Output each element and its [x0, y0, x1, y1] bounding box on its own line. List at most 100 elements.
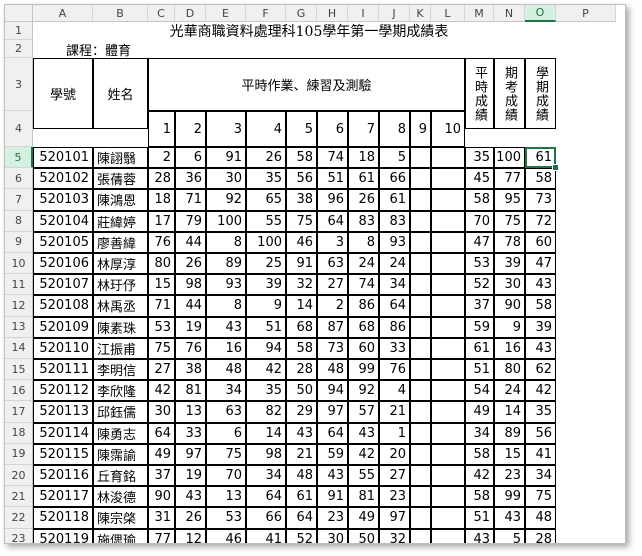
- cell-score-8[interactable]: 21: [379, 401, 410, 423]
- cell-exam-score[interactable]: 30: [494, 274, 525, 296]
- cell-score-3[interactable]: 46: [206, 528, 246, 543]
- cell-score-4[interactable]: 42: [246, 359, 286, 381]
- cell-score-2[interactable]: 44: [175, 231, 206, 253]
- cell-exam-score[interactable]: 9: [494, 316, 525, 338]
- cell-score-4[interactable]: 66: [246, 507, 286, 529]
- cell-score-8[interactable]: 61: [379, 189, 410, 211]
- cell-score-8[interactable]: 27: [379, 465, 410, 487]
- cell-student-id[interactable]: 520119: [33, 528, 93, 543]
- cell-score-4[interactable]: 82: [246, 401, 286, 423]
- cell-score-8[interactable]: 1: [379, 422, 410, 444]
- cell-score-7[interactable]: 18: [348, 147, 379, 169]
- cell-score-10[interactable]: [431, 337, 465, 359]
- cell-score-3[interactable]: 91: [206, 147, 246, 169]
- cell-usual-score[interactable]: 47: [465, 231, 494, 253]
- cell-semester-score[interactable]: 62: [525, 359, 556, 381]
- cell-score-2[interactable]: 79: [175, 210, 206, 232]
- cell-semester-score[interactable]: 73: [525, 189, 556, 211]
- cell-score-5[interactable]: 68: [286, 316, 317, 338]
- cell-student-id[interactable]: 520106: [33, 253, 93, 275]
- cell-student-id[interactable]: 520108: [33, 295, 93, 317]
- cell-score-5[interactable]: 38: [286, 189, 317, 211]
- column-header-e[interactable]: E: [206, 5, 246, 22]
- cell-score-8[interactable]: 34: [379, 274, 410, 296]
- cell-score-1[interactable]: 75: [148, 337, 175, 359]
- row-header-9[interactable]: 9: [5, 231, 33, 253]
- cell-semester-score[interactable]: 28: [525, 528, 556, 543]
- cell-score-1[interactable]: 90: [148, 486, 175, 508]
- cell-exam-score[interactable]: 23: [494, 465, 525, 487]
- cell-score-6[interactable]: 2: [317, 295, 348, 317]
- cell-student-name[interactable]: 林玗伃: [93, 274, 148, 296]
- cell-score-4[interactable]: 26: [246, 147, 286, 169]
- cell-exam-score[interactable]: 95: [494, 189, 525, 211]
- cell-student-id[interactable]: 520107: [33, 274, 93, 296]
- cell-usual-score[interactable]: 58: [465, 189, 494, 211]
- cell-exam-score[interactable]: 15: [494, 443, 525, 465]
- cell-student-id[interactable]: 520103: [33, 189, 93, 211]
- cell-exam-score[interactable]: 80: [494, 359, 525, 381]
- cell-score-7[interactable]: 83: [348, 210, 379, 232]
- cell-exam-score[interactable]: 90: [494, 295, 525, 317]
- cell-score-4[interactable]: 55: [246, 210, 286, 232]
- cell-usual-score[interactable]: 54: [465, 380, 494, 402]
- cell-score-6[interactable]: 23: [317, 507, 348, 529]
- column-header-d[interactable]: D: [175, 5, 206, 22]
- cell-score-8[interactable]: 24: [379, 253, 410, 275]
- cell-score-3[interactable]: 89: [206, 253, 246, 275]
- cell-semester-score[interactable]: 72: [525, 210, 556, 232]
- cell-score-5[interactable]: 56: [286, 168, 317, 190]
- cell-student-name[interactable]: 李欣隆: [93, 380, 148, 402]
- cell-score-1[interactable]: 18: [148, 189, 175, 211]
- cell-score-9[interactable]: [410, 443, 431, 465]
- cell-student-id[interactable]: 520113: [33, 401, 93, 423]
- cell-exam-score[interactable]: 14: [494, 401, 525, 423]
- column-header-f[interactable]: F: [246, 5, 286, 22]
- cell-score-6[interactable]: 73: [317, 337, 348, 359]
- cell-exam-score[interactable]: 89: [494, 422, 525, 444]
- cell-usual-score[interactable]: 58: [465, 486, 494, 508]
- cell-score-9[interactable]: [410, 316, 431, 338]
- cell-score-4[interactable]: 64: [246, 486, 286, 508]
- cell-score-6[interactable]: 97: [317, 401, 348, 423]
- cell-exam-score[interactable]: 75: [494, 210, 525, 232]
- cell-score-3[interactable]: 70: [206, 465, 246, 487]
- cell-score-7[interactable]: 42: [348, 443, 379, 465]
- cell-exam-score[interactable]: 78: [494, 231, 525, 253]
- cell-semester-score[interactable]: 56: [525, 422, 556, 444]
- cell-score-7[interactable]: 92: [348, 380, 379, 402]
- column-header-b[interactable]: B: [93, 5, 148, 22]
- cell-score-6[interactable]: 27: [317, 274, 348, 296]
- select-all-corner[interactable]: [5, 5, 33, 22]
- cell-score-6[interactable]: 48: [317, 359, 348, 381]
- cell-score-8[interactable]: 83: [379, 210, 410, 232]
- cell-student-id[interactable]: 520111: [33, 359, 93, 381]
- cell-score-7[interactable]: 49: [348, 507, 379, 529]
- cell-score-3[interactable]: 53: [206, 507, 246, 529]
- cell-score-10[interactable]: [431, 422, 465, 444]
- cell-score-10[interactable]: [431, 147, 465, 169]
- cell-usual-score[interactable]: 49: [465, 401, 494, 423]
- cell-score-7[interactable]: 68: [348, 316, 379, 338]
- cell-score-10[interactable]: [431, 528, 465, 543]
- cell-usual-score[interactable]: 59: [465, 316, 494, 338]
- row-header-16[interactable]: 16: [5, 380, 33, 402]
- cell-score-1[interactable]: 80: [148, 253, 175, 275]
- cell-score-4[interactable]: 65: [246, 189, 286, 211]
- cell-student-name[interactable]: 陳勇志: [93, 422, 148, 444]
- cell-score-6[interactable]: 96: [317, 189, 348, 211]
- column-header-m[interactable]: M: [465, 5, 494, 22]
- cell-score-10[interactable]: [431, 316, 465, 338]
- cell-student-id[interactable]: 520105: [33, 231, 93, 253]
- column-header-i[interactable]: I: [348, 5, 379, 22]
- cell-usual-score[interactable]: 35: [465, 147, 494, 169]
- cell-score-5[interactable]: 52: [286, 528, 317, 543]
- cell-score-6[interactable]: 64: [317, 210, 348, 232]
- fill-handle[interactable]: [552, 164, 559, 172]
- row-header-12[interactable]: 12: [5, 295, 33, 317]
- cell-student-name[interactable]: 陳鴻恩: [93, 189, 148, 211]
- cell-exam-score[interactable]: 39: [494, 253, 525, 275]
- cell-student-name[interactable]: 陳素珠: [93, 316, 148, 338]
- cell-score-3[interactable]: 43: [206, 316, 246, 338]
- cell-exam-score[interactable]: 77: [494, 168, 525, 190]
